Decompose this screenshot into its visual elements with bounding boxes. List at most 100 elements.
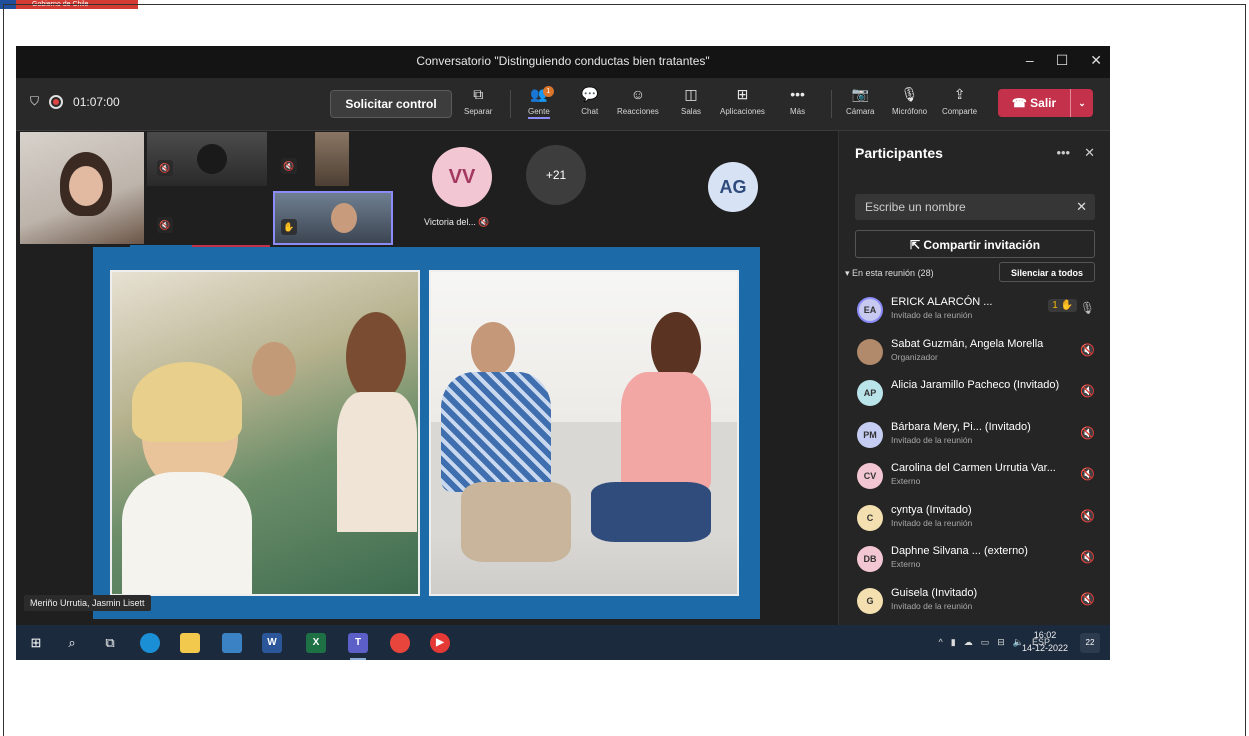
shield-icon: ⛉ [30,94,40,108]
participant-role: Invitado de la reunión [891,600,973,611]
microphone-button[interactable]: 🎙 Micrófono [892,84,927,116]
participant-row[interactable]: PM Bárbara Mery, Pi... (Invitado) Invitado… [839,414,1110,456]
share-button[interactable]: ⇪ Comparte [942,84,977,116]
excel-icon[interactable]: X [306,633,326,653]
participant-name: Bárbara Mery, Pi... (Invitado) [891,420,1031,433]
participant-avatar: CV [857,463,883,489]
windows-start-icon[interactable]: ⊞ [26,633,46,653]
meeting-timer: 01:07:00 [73,94,120,109]
shared-presentation [93,247,760,619]
apps-plus-icon: ⊞ [736,86,749,102]
notifications-icon[interactable]: 22 [1080,633,1100,653]
search-icon[interactable]: ⌕ [62,633,82,653]
share-invite-icon: ⇱ [909,238,921,252]
participant-row[interactable]: DB Daphne Silvana ... (externo) Externo 🔇 [839,538,1110,580]
chat-icon: 💬 [581,86,599,102]
participant-row[interactable]: Ccyntya (Invitado) Invitado de la reunión… [839,497,1110,539]
participant-row[interactable]: EA ERICK ALARCÓN ... Invitado de la reunió… [839,289,1110,331]
network-icon[interactable]: ⊟ [997,637,1005,648]
participant-row[interactable]: Sabat Guzmán, Angela Morella Organizador 🔇 [839,331,1110,373]
chrome-icon[interactable] [390,633,410,653]
task-view-icon[interactable]: ⧉ [100,633,120,653]
participant-list: EA ERICK ALARCÓN ... Invitado de la reunió… [839,289,1110,621]
avatar[interactable]: AG [708,162,758,212]
share-invite-button[interactable]: ⇱ Compartir invitación [855,230,1095,258]
participant-role: Invitado de la reunión [891,517,973,528]
participant-search-input[interactable]: Escribe un nombre ✕ [855,194,1095,220]
mic-muted-icon[interactable]: 🔇 [1080,592,1095,606]
participant-row[interactable]: AP Alicia Jaramillo Pacheco (Invitado) 🔇 [839,372,1110,414]
participant-avatar [857,338,883,365]
word-icon[interactable]: W [262,633,282,653]
outlook-icon[interactable] [222,633,242,653]
file-explorer-icon[interactable] [180,633,200,653]
raised-hand-icon: ✋ [281,219,297,235]
clear-search-icon[interactable]: ✕ [1076,194,1087,220]
close-panel-icon[interactable]: ✕ [1084,145,1095,161]
in-meeting-section-toggle[interactable]: ▾ En esta reunión (28) [845,268,934,279]
participant-tile[interactable]: 🔇 [271,132,391,186]
participant-video[interactable] [20,132,144,244]
participant-video[interactable]: 🔇 [147,132,267,186]
more-participants-badge[interactable]: +21 [526,145,586,205]
battery-icon[interactable]: ▭ [981,637,990,648]
muted-icon: 🔇 [478,217,490,227]
participant-role: Organizador [891,351,938,362]
participant-tile[interactable]: 🔇 [147,189,267,243]
request-control-button[interactable]: Solicitar control [330,90,452,118]
window-title: Conversatorio "Distinguiendo conductas b… [416,54,710,68]
phone-hangup-icon: ☎ [1011,96,1027,110]
participants-panel: Participantes ••• ✕ Escribe un nombre ✕ … [838,131,1110,625]
mic-muted-icon[interactable]: 🔇 [1080,426,1095,440]
reactions-icon: ☺ [630,86,646,102]
reactions-button[interactable]: ☺ Reacciones [617,84,659,116]
mute-all-button[interactable]: Silenciar a todos [999,262,1095,282]
camera-off-icon: 📷 [851,86,869,102]
title-bar: Conversatorio "Distinguiendo conductas b… [16,46,1110,78]
mic-muted-icon[interactable]: 🔇 [1080,384,1095,398]
more-button[interactable]: ••• Más [790,84,805,116]
edge-icon[interactable] [140,633,160,653]
participant-avatar: C [857,504,883,531]
mic-muted-icon[interactable]: 🔇 [1080,509,1095,523]
media-player-icon[interactable]: ▶ [430,633,450,653]
more-options-icon[interactable]: ••• [1056,145,1070,161]
family-conflict-photo [110,270,420,596]
muted-icon: 🔇 [157,160,173,176]
camera-button[interactable]: 📷 Cámara [846,84,874,116]
participant-name: Daphne Silvana ... (externo) [891,545,1028,557]
system-clock[interactable]: 16:02 14-12-2022 [1022,629,1068,655]
pop-out-button[interactable]: ⧉ Separar [464,84,492,116]
mic-muted-icon[interactable]: 🔇 [1080,343,1095,357]
participant-role: Invitado de la reunión [891,310,973,320]
participant-name: Alicia Jaramillo Pacheco (Invitado) [891,379,1060,391]
muted-icon: 🔇 [157,217,173,233]
participant-avatar: AP [857,380,883,406]
participant-name: Guisela (Invitado) [891,586,978,599]
minimize-button[interactable]: – [1026,52,1034,69]
participant-avatar: G [857,587,883,614]
avatar[interactable]: VV [432,147,492,207]
recording-icon [49,94,64,109]
people-button[interactable]: 👥 1 Gente [528,84,554,119]
chevron-down-icon[interactable]: ⌄ [1070,89,1093,117]
participant-name: cyntya (Invitado) [891,503,972,516]
mic-muted-icon[interactable]: 🔇 [1080,467,1095,481]
mic-on-icon[interactable]: 🎙 [1080,301,1095,315]
participant-row[interactable]: CV Carolina del Carmen Urrutia Var... Exte… [839,455,1110,497]
show-hidden-icons[interactable]: ^ [939,637,943,648]
leave-button[interactable]: ☎ Salir ⌄ [998,89,1093,117]
participant-avatar: EA [857,297,883,323]
windows-taskbar: ⊞ ⌕ ⧉ W X T ▶ ^ ▮ ☁ ▭ ⊟ 🔈 ESP 16:02 14-12… [16,625,1110,660]
maximize-button[interactable]: ☐ [1056,52,1069,69]
apps-button[interactable]: ⊞ Aplicaciones [720,84,765,116]
teams-icon[interactable]: T [348,633,368,660]
close-button[interactable]: ✕ [1090,52,1102,69]
participant-video-raised-hand[interactable]: ✋ [273,191,393,245]
participant-row[interactable]: G Guisela (Invitado) Invitado de la reunió… [839,580,1110,622]
usb-icon[interactable]: ▮ [951,637,956,648]
chat-button[interactable]: 💬 Chat [581,84,598,116]
mic-muted-icon[interactable]: 🔇 [1080,550,1095,564]
rooms-button[interactable]: ◫ Salas [681,84,701,116]
onedrive-icon[interactable]: ☁ [964,637,973,648]
